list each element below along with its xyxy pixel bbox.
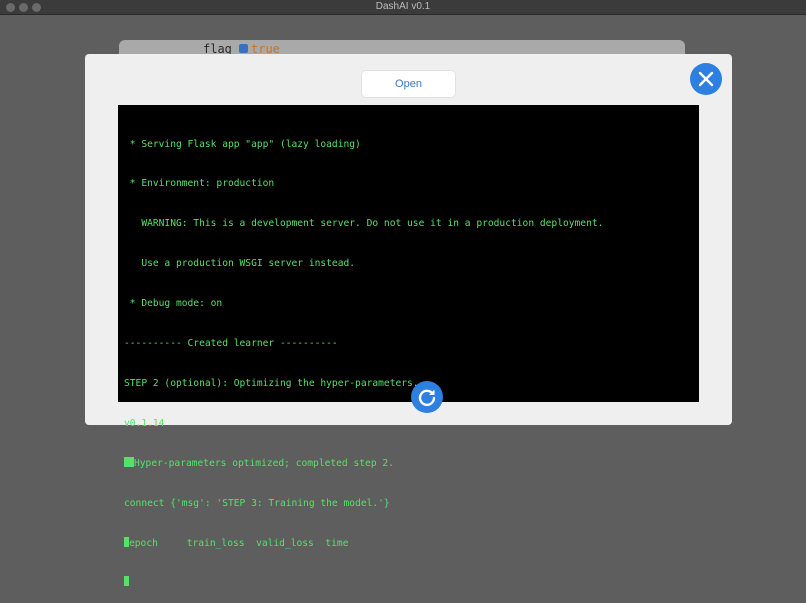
close-modal-button[interactable]: [690, 63, 722, 95]
window-title: DashAI v0.1: [375, 1, 431, 12]
terminal-line-block: Hyper-parameters optimized; completed st…: [124, 456, 699, 470]
terminal-line: v0.1.14: [124, 417, 165, 429]
terminal-output: * Serving Flask app "app" (lazy loading)…: [118, 105, 699, 587]
terminal-line-block: epoch train_loss valid_loss time: [124, 536, 699, 550]
terminal-line: * Debug mode: on: [124, 298, 223, 310]
refresh-icon: [418, 389, 436, 407]
terminal-line: connect {'msg': 'STEP 3: Training the mo…: [124, 497, 390, 509]
refresh-button[interactable]: [411, 381, 443, 413]
background-checkbox: [239, 44, 248, 53]
terminal-line: epoch train_loss valid_loss time: [129, 537, 349, 549]
title-bar: DashAI v0.1: [0, 0, 806, 15]
terminal-line: Hyper-parameters optimized; completed st…: [134, 457, 394, 469]
terminal-line: ---------- Created learner ----------: [124, 338, 338, 350]
terminal-cursor: [124, 576, 129, 587]
terminal-line: * Serving Flask app "app" (lazy loading): [124, 138, 361, 150]
terminal-cursor-line: [124, 576, 699, 589]
open-dashinsights-button[interactable]: Open DashInsights: [362, 71, 455, 116]
terminal-line: WARNING: This is a development server. D…: [124, 218, 604, 230]
output-marker: [124, 456, 134, 467]
close-icon: [698, 71, 714, 87]
terminal-line: * Environment: production: [124, 178, 275, 190]
terminal-line: Use a production WSGI server instead.: [124, 258, 356, 270]
terminal-line: STEP 2 (optional): Optimizing the hyper-…: [124, 377, 419, 389]
